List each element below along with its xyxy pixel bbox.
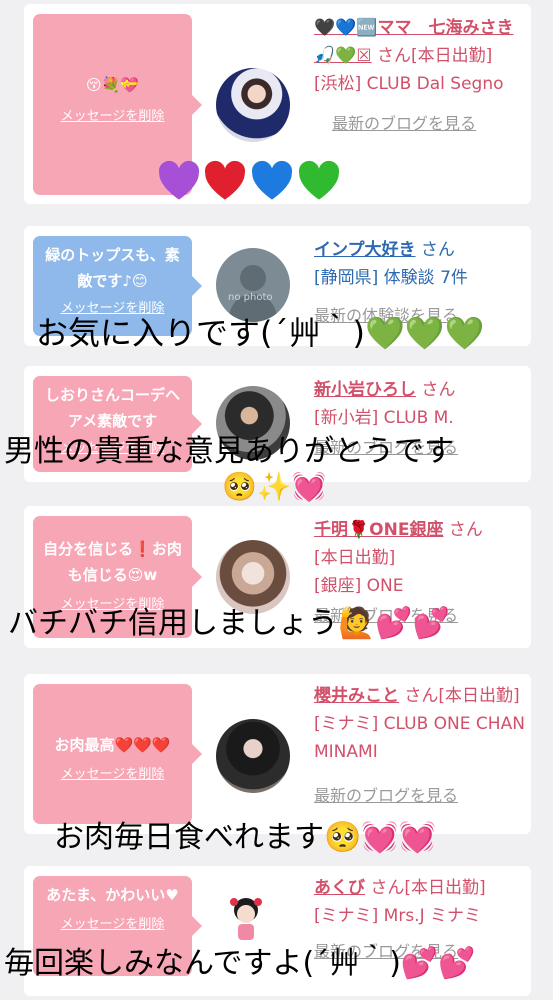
message-text: 😚💐💝 [86,76,139,94]
overlay-caption-6: 毎回楽しみなんですよ(´艸｀)💕💕 [4,946,476,981]
overlay-caption-1: お気に入りです(´艸｀)💚💚💚 [36,314,485,352]
overlay-caption-4: バチバチ信用しましょう🙋💕💕 [8,606,451,641]
no-photo-label: no photo [228,292,273,303]
delete-message-link[interactable]: メッセージを削除 [41,104,184,130]
user-name-link[interactable]: インプ大好き [314,240,416,260]
shop-info: [浜松] CLUB Dal Segno [314,74,504,94]
latest-blog-link[interactable]: 最新のブログを見る [314,782,526,810]
cast-name-link[interactable]: 櫻井みこと [314,686,399,706]
name-suffix: さん[本日出勤] [370,878,486,898]
overlay-caption-3: 🥺✨💓 [222,470,327,503]
cast-name-link[interactable]: 千明🌹ONE銀座 [314,520,443,540]
delete-message-link[interactable]: メッセージを削除 [41,912,184,938]
shop-info: [銀座] ONE [314,576,404,596]
delete-message-link[interactable]: メッセージを削除 [41,762,184,788]
overlay-caption-2: 男性の貴重な意見ありがとうです [4,434,454,469]
user-info: [静岡県] 体験談 7件 [314,268,468,288]
message-text: あたま、かわいい♥ [46,886,179,904]
overlay-caption-5: お肉毎日食べれます🥺💓💓 [54,820,437,855]
red-heart-icon [204,160,246,200]
avatar[interactable] [216,68,290,142]
name-suffix: さん [448,520,483,540]
message-text: 自分を信じる❗お肉も信じる😍w [43,540,182,584]
avatar[interactable] [216,719,290,793]
name-suffix: さん [421,380,456,400]
name-suffix: さん[本日出勤] [376,46,493,66]
blue-heart-icon [251,160,293,200]
message-text: お肉最高❤️❤️❤️ [54,736,171,754]
shop-info: [ミナミ] CLUB ONE CHAN MINAMI [314,714,525,762]
message-text: 緑のトップスも、素敵です♪😊 [45,246,180,290]
latest-blog-link[interactable]: 最新のブログを見る [314,110,526,138]
message-bubble: お肉最高❤️❤️❤️ メッセージを削除 [33,684,202,824]
name-suffix: さん[本日出勤] [404,686,520,706]
cast-name-link[interactable]: 新小岩ひろし [314,380,416,400]
shop-info: [ミナミ] Mrs.J ミナミ [314,906,482,926]
status-info: [本日出勤] [314,548,396,568]
follow-card-5: お肉最高❤️❤️❤️ メッセージを削除 櫻井みこと さん[本日出勤] [ミナミ]… [24,674,531,834]
purple-heart-icon [158,160,200,200]
name-suffix: さん [420,240,455,260]
cast-name-link[interactable]: あくび [314,878,365,898]
green-heart-icon [298,160,340,200]
